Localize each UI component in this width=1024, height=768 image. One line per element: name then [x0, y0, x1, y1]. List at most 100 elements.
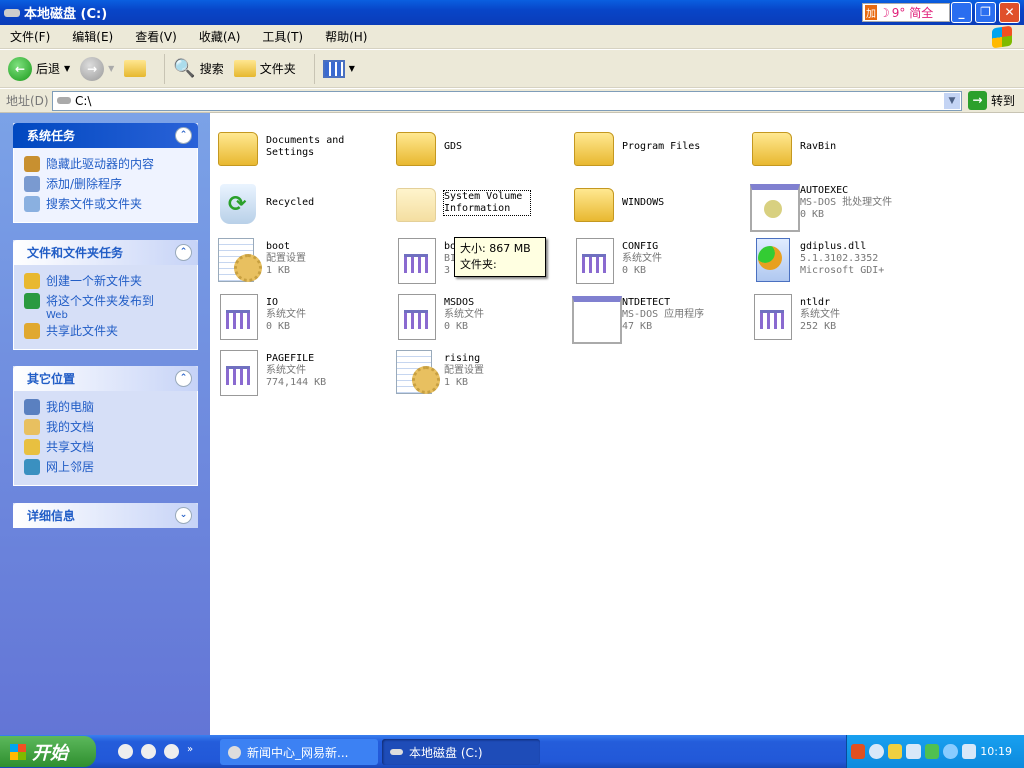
file-item[interactable]: Documents and Settings	[216, 119, 394, 175]
file-item[interactable]: MSDOS 系统文件 0 KB	[394, 287, 572, 343]
menu-favorites[interactable]: 收藏(A)	[199, 28, 241, 45]
dropdown-icon[interactable]: ▼	[349, 64, 355, 73]
task-link[interactable]: 共享文档	[24, 437, 197, 457]
title-bar: 本地磁盘 (C:) 加 ☽ 9° 简全 _ ❐ ✕	[0, 0, 1024, 25]
recycle-icon	[216, 180, 260, 226]
address-dropdown[interactable]: ▼	[944, 92, 960, 109]
file-name: IO	[266, 297, 279, 308]
file-item[interactable]: GDS	[394, 119, 572, 175]
task-link[interactable]: 添加/删除程序	[24, 174, 197, 194]
panel-header[interactable]: 文件和文件夹任务 ⌃	[13, 240, 198, 265]
close-button[interactable]: ✕	[999, 2, 1020, 23]
task-icon	[24, 439, 40, 455]
file-meta: NTDETECT MS-DOS 应用程序 47 KB	[622, 297, 704, 333]
file-item[interactable]: rising 配置设置 1 KB	[394, 343, 572, 399]
file-item[interactable]: boot 配置设置 1 KB	[216, 231, 394, 287]
task-icon	[24, 293, 40, 309]
task-local-disk[interactable]: 本地磁盘 (C:)	[382, 739, 540, 765]
exe-icon	[572, 292, 622, 344]
file-size: 0 KB	[444, 321, 469, 332]
file-item[interactable]: Recycled	[216, 175, 394, 231]
ime-badge[interactable]: 加	[865, 5, 877, 20]
browser-icon[interactable]	[141, 744, 156, 759]
windows-logo-icon	[992, 25, 1012, 49]
collapse-chevron-icon[interactable]: ⌃	[175, 370, 192, 387]
minimize-button[interactable]: _	[951, 2, 972, 23]
file-item[interactable]: CONFIG 系统文件 0 KB	[572, 231, 750, 287]
search-button[interactable]: 🔍 搜索	[173, 58, 223, 79]
network-icon[interactable]	[906, 744, 921, 759]
restore-button[interactable]: ❐	[975, 2, 996, 23]
file-item[interactable]: RavBin	[750, 119, 928, 175]
file-meta: CONFIG 系统文件 0 KB	[622, 241, 662, 277]
folders-button[interactable]: 文件夹	[233, 60, 296, 77]
collapse-chevron-icon[interactable]: ⌃	[175, 244, 192, 261]
start-button[interactable]: 开始	[0, 736, 96, 767]
file-item[interactable]: gdiplus.dll 5.1.3102.3352 Microsoft GDI+	[750, 231, 928, 287]
task-link[interactable]: 共享此文件夹	[24, 321, 197, 341]
panel-body: 创建一个新文件夹 将这个文件夹发布到 Web 共享此文件夹	[13, 265, 198, 350]
file-item[interactable]: Program Files	[572, 119, 750, 175]
show-hidden-icon[interactable]	[869, 744, 884, 759]
file-item[interactable]: IO 系统文件 0 KB	[216, 287, 394, 343]
task-link[interactable]: 隐藏此驱动器的内容	[24, 154, 197, 174]
up-button[interactable]	[124, 60, 147, 77]
file-item[interactable]: ntldr 系统文件 252 KB	[750, 287, 928, 343]
shield-icon[interactable]	[887, 744, 903, 759]
dropdown-icon[interactable]: ▼	[108, 64, 114, 73]
task-icon	[24, 273, 40, 289]
menu-help[interactable]: 帮助(H)	[325, 28, 367, 45]
panel-header[interactable]: 系统任务 ⌃	[13, 123, 198, 148]
dropdown-icon[interactable]: ▼	[64, 64, 70, 73]
file-item[interactable]: System Volume Information	[394, 175, 572, 231]
ime-toolbar[interactable]: 加 ☽ 9° 简全	[862, 3, 950, 22]
exe-icon	[750, 180, 800, 232]
media-player-icon[interactable]	[118, 744, 133, 759]
clock[interactable]: 10:19	[980, 745, 1012, 758]
panel-header[interactable]: 详细信息 ⌄	[13, 503, 198, 528]
go-button[interactable]: → 转到	[968, 91, 1015, 110]
go-arrow-icon: →	[968, 91, 987, 110]
task-sublabel: Web	[46, 310, 68, 321]
menu-file[interactable]: 文件(F)	[10, 28, 50, 45]
app-icon[interactable]	[164, 744, 179, 759]
file-item[interactable]: AUTOEXEC MS-DOS 批处理文件 0 KB	[750, 175, 928, 232]
refresh-icon[interactable]	[943, 744, 958, 759]
umbrella-icon[interactable]	[924, 744, 940, 759]
ime-status[interactable]: 9° 简全	[892, 4, 933, 21]
file-type: 系统文件	[266, 309, 306, 320]
address-input[interactable]: C:\ ▼	[52, 90, 962, 111]
task-link[interactable]: 我的文档	[24, 417, 197, 437]
task-link[interactable]: 网上邻居	[24, 457, 197, 477]
file-meta: boot 配置设置 1 KB	[266, 241, 306, 277]
collapse-chevron-icon[interactable]: ⌄	[175, 507, 192, 524]
task-news[interactable]: 新闻中心_网易新...	[220, 739, 378, 765]
task-label: 我的电脑	[46, 400, 95, 414]
moon-icon: ☽	[879, 5, 890, 20]
file-item[interactable]: PAGEFILE 系统文件 774,144 KB	[216, 343, 394, 399]
task-link[interactable]: 创建一个新文件夹	[24, 271, 197, 291]
file-meta: MSDOS 系统文件 0 KB	[444, 297, 484, 333]
menu-tools[interactable]: 工具(T)	[262, 28, 303, 45]
menu-view[interactable]: 查看(V)	[135, 28, 177, 45]
collapse-chevron-icon[interactable]: ⌃	[175, 127, 192, 144]
task-link[interactable]: 我的电脑	[24, 397, 197, 417]
task-icon	[24, 459, 40, 475]
file-meta: PAGEFILE 系统文件 774,144 KB	[266, 353, 326, 389]
taskbar: 开始 » 新闻中心_网易新... 本地磁盘 (C:) 10:19	[0, 735, 1024, 768]
folder-icon	[572, 180, 616, 226]
forward-button[interactable]: → ▼	[80, 56, 114, 81]
panel-header[interactable]: 其它位置 ⌃	[13, 366, 198, 391]
task-link[interactable]: 将这个文件夹发布到 Web	[24, 291, 197, 321]
views-button[interactable]: ▼	[322, 59, 355, 78]
file-name: NTDETECT	[622, 297, 671, 308]
keyboard-icon[interactable]	[961, 744, 977, 759]
quick-launch-more[interactable]: »	[187, 744, 202, 759]
menu-edit[interactable]: 编辑(E)	[72, 28, 113, 45]
panel-title: 其它位置	[27, 372, 76, 386]
ime-tray-icon[interactable]	[851, 744, 866, 759]
task-link[interactable]: 搜索文件或文件夹	[24, 194, 197, 214]
file-item[interactable]: WINDOWS	[572, 175, 750, 231]
file-item[interactable]: NTDETECT MS-DOS 应用程序 47 KB	[572, 287, 750, 344]
back-button[interactable]: ← 后退 ▼	[8, 56, 70, 81]
